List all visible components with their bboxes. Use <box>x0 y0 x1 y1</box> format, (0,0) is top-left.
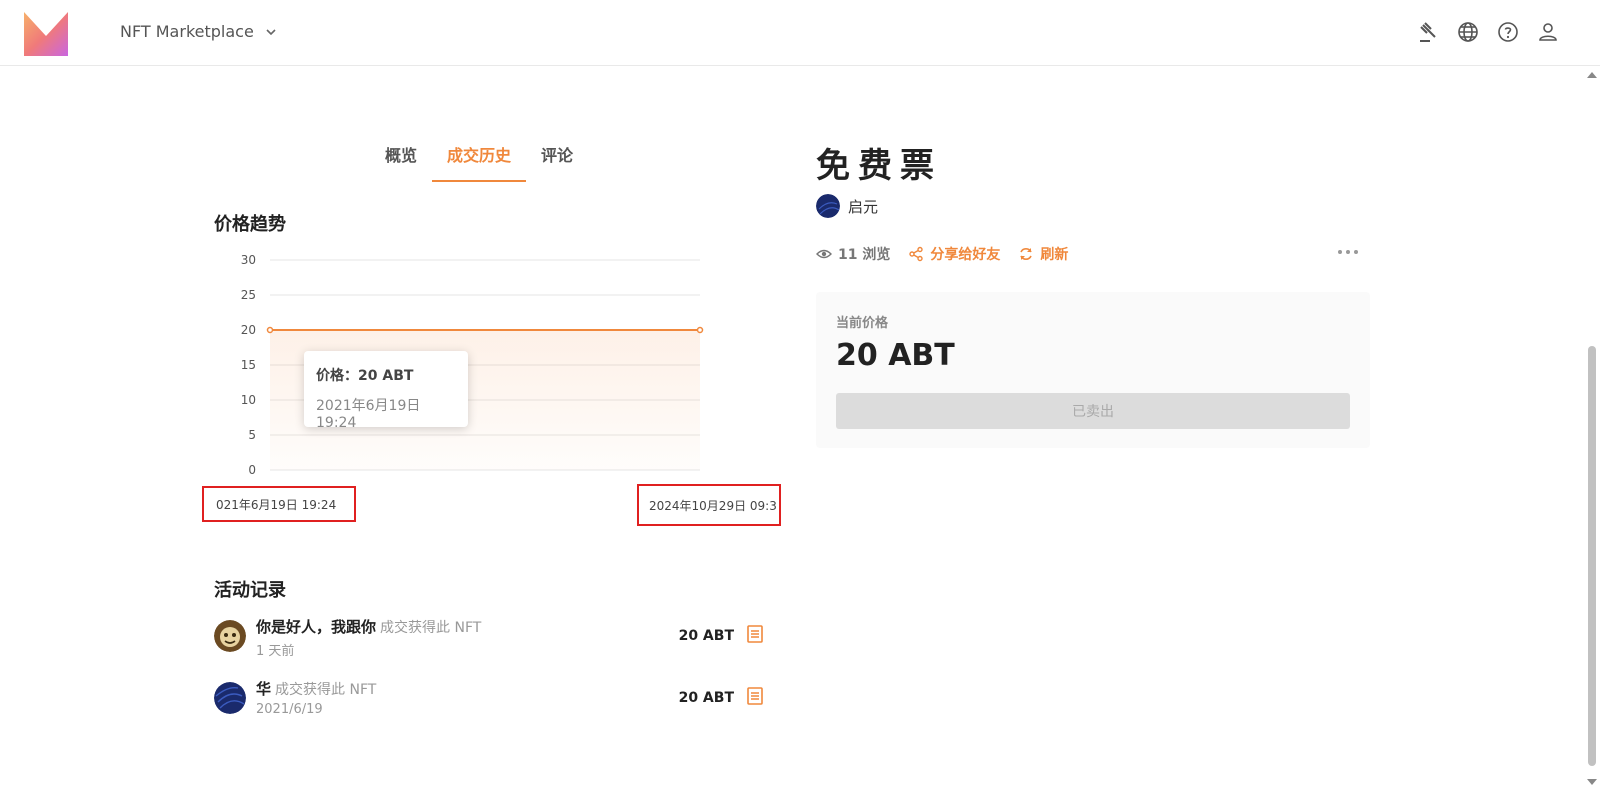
scroll-thumb[interactable] <box>1588 346 1596 766</box>
avatar <box>816 194 840 218</box>
activity-description: 成交获得此 NFT <box>275 682 377 698</box>
chart-tooltip: 价格：20 ABT 2021年6月19日 19:24 <box>304 351 468 431</box>
tab-comments[interactable]: 评论 <box>526 138 588 182</box>
app-name: NFT Marketplace <box>120 22 254 41</box>
list-item[interactable]: 你是好人，我跟你 成交获得此 NFT 1 天前 20 ABT <box>214 610 764 672</box>
y-tick-label: 25 <box>241 288 256 302</box>
scroll-up-arrow[interactable] <box>1587 72 1597 78</box>
document-icon[interactable] <box>746 624 764 644</box>
refresh-label: 刷新 <box>1040 247 1069 263</box>
refresh-icon <box>1020 248 1033 260</box>
page-scrollbar[interactable] <box>1584 66 1600 793</box>
current-price-label: 当前价格 <box>836 316 889 331</box>
refresh-button[interactable]: 刷新 <box>1018 244 1068 264</box>
avatar[interactable] <box>214 620 246 652</box>
activity-user-name: 华成交获得此 NFT <box>256 678 376 699</box>
top-bar: NFT Marketplace <box>0 0 1600 66</box>
view-count: 11 浏览 <box>816 244 890 264</box>
data-point[interactable] <box>696 326 704 334</box>
x-axis-start-label: 021年6月19日 19:24 <box>202 486 356 522</box>
activity-user-name: 你是好人，我跟你 成交获得此 NFT <box>256 616 481 637</box>
activity-price: 20 ABT <box>678 628 734 644</box>
nft-title: 免费票 <box>816 146 942 186</box>
creator-link[interactable]: 启元 <box>816 194 878 218</box>
scroll-down-arrow[interactable] <box>1587 779 1597 785</box>
gavel-icon <box>1420 22 1436 42</box>
more-options-icon[interactable] <box>1338 244 1358 260</box>
x-axis-end-label: 2024年10月29日 09:3 <box>637 484 781 526</box>
y-tick-label: 0 <box>248 463 256 477</box>
activity-description: 成交获得此 NFT <box>380 620 482 636</box>
user-icon <box>1539 23 1557 41</box>
y-tick-label: 15 <box>241 358 256 372</box>
price-trend-title: 价格趋势 <box>214 214 286 235</box>
creator-name: 启元 <box>848 197 879 216</box>
avatar[interactable] <box>214 682 246 714</box>
y-tick-label: 20 <box>241 323 256 337</box>
y-tick-label: 10 <box>241 393 256 407</box>
list-item[interactable]: 华成交获得此 NFT 2021/6/19 20 ABT <box>214 672 764 734</box>
chevron-down-icon <box>266 28 276 35</box>
tooltip-date: 2021年6月19日 19:24 <box>316 398 421 431</box>
activity-title: 活动记录 <box>214 580 286 601</box>
tooltip-price: 价格：20 ABT <box>316 368 414 384</box>
current-price-value: 20 ABT <box>836 338 955 373</box>
sold-out-button[interactable]: 已卖出 <box>836 393 1350 429</box>
eye-icon <box>816 249 832 259</box>
share-button[interactable]: 分享给好友 <box>908 244 1000 264</box>
data-point[interactable] <box>266 326 274 334</box>
activity-user-link[interactable]: 华 <box>256 680 271 698</box>
tab-overview[interactable]: 概览 <box>370 138 432 182</box>
document-icon[interactable] <box>746 686 764 706</box>
app-switcher[interactable]: NFT Marketplace <box>120 22 278 41</box>
activity-list: 你是好人，我跟你 成交获得此 NFT 1 天前 20 ABT 华成交获得此 NFT… <box>214 610 764 734</box>
share-icon <box>909 246 924 262</box>
auction-button[interactable] <box>1416 20 1440 44</box>
language-button[interactable] <box>1456 20 1480 44</box>
tab-trade-history[interactable]: 成交历史 <box>432 138 527 182</box>
help-icon <box>1498 22 1518 42</box>
help-button[interactable] <box>1496 20 1520 44</box>
activity-time: 2021/6/19 <box>256 702 323 717</box>
account-button[interactable] <box>1536 20 1560 44</box>
globe-icon <box>1458 22 1478 42</box>
activity-time: 1 天前 <box>256 644 295 659</box>
y-tick-label: 5 <box>248 428 256 442</box>
activity-price: 20 ABT <box>678 690 734 706</box>
activity-user-link[interactable]: 你是好人，我跟你 <box>256 618 376 636</box>
price-card: 当前价格 20 ABT 已卖出 <box>816 292 1370 448</box>
logo[interactable] <box>24 12 68 56</box>
view-count-text: 11 浏览 <box>838 247 891 263</box>
share-label: 分享给好友 <box>930 247 1001 263</box>
detail-tabs: 概览 成交历史 评论 <box>370 138 588 182</box>
nft-meta-bar: 11 浏览 分享给好友 刷新 <box>816 244 1086 264</box>
y-tick-label: 30 <box>241 253 256 267</box>
